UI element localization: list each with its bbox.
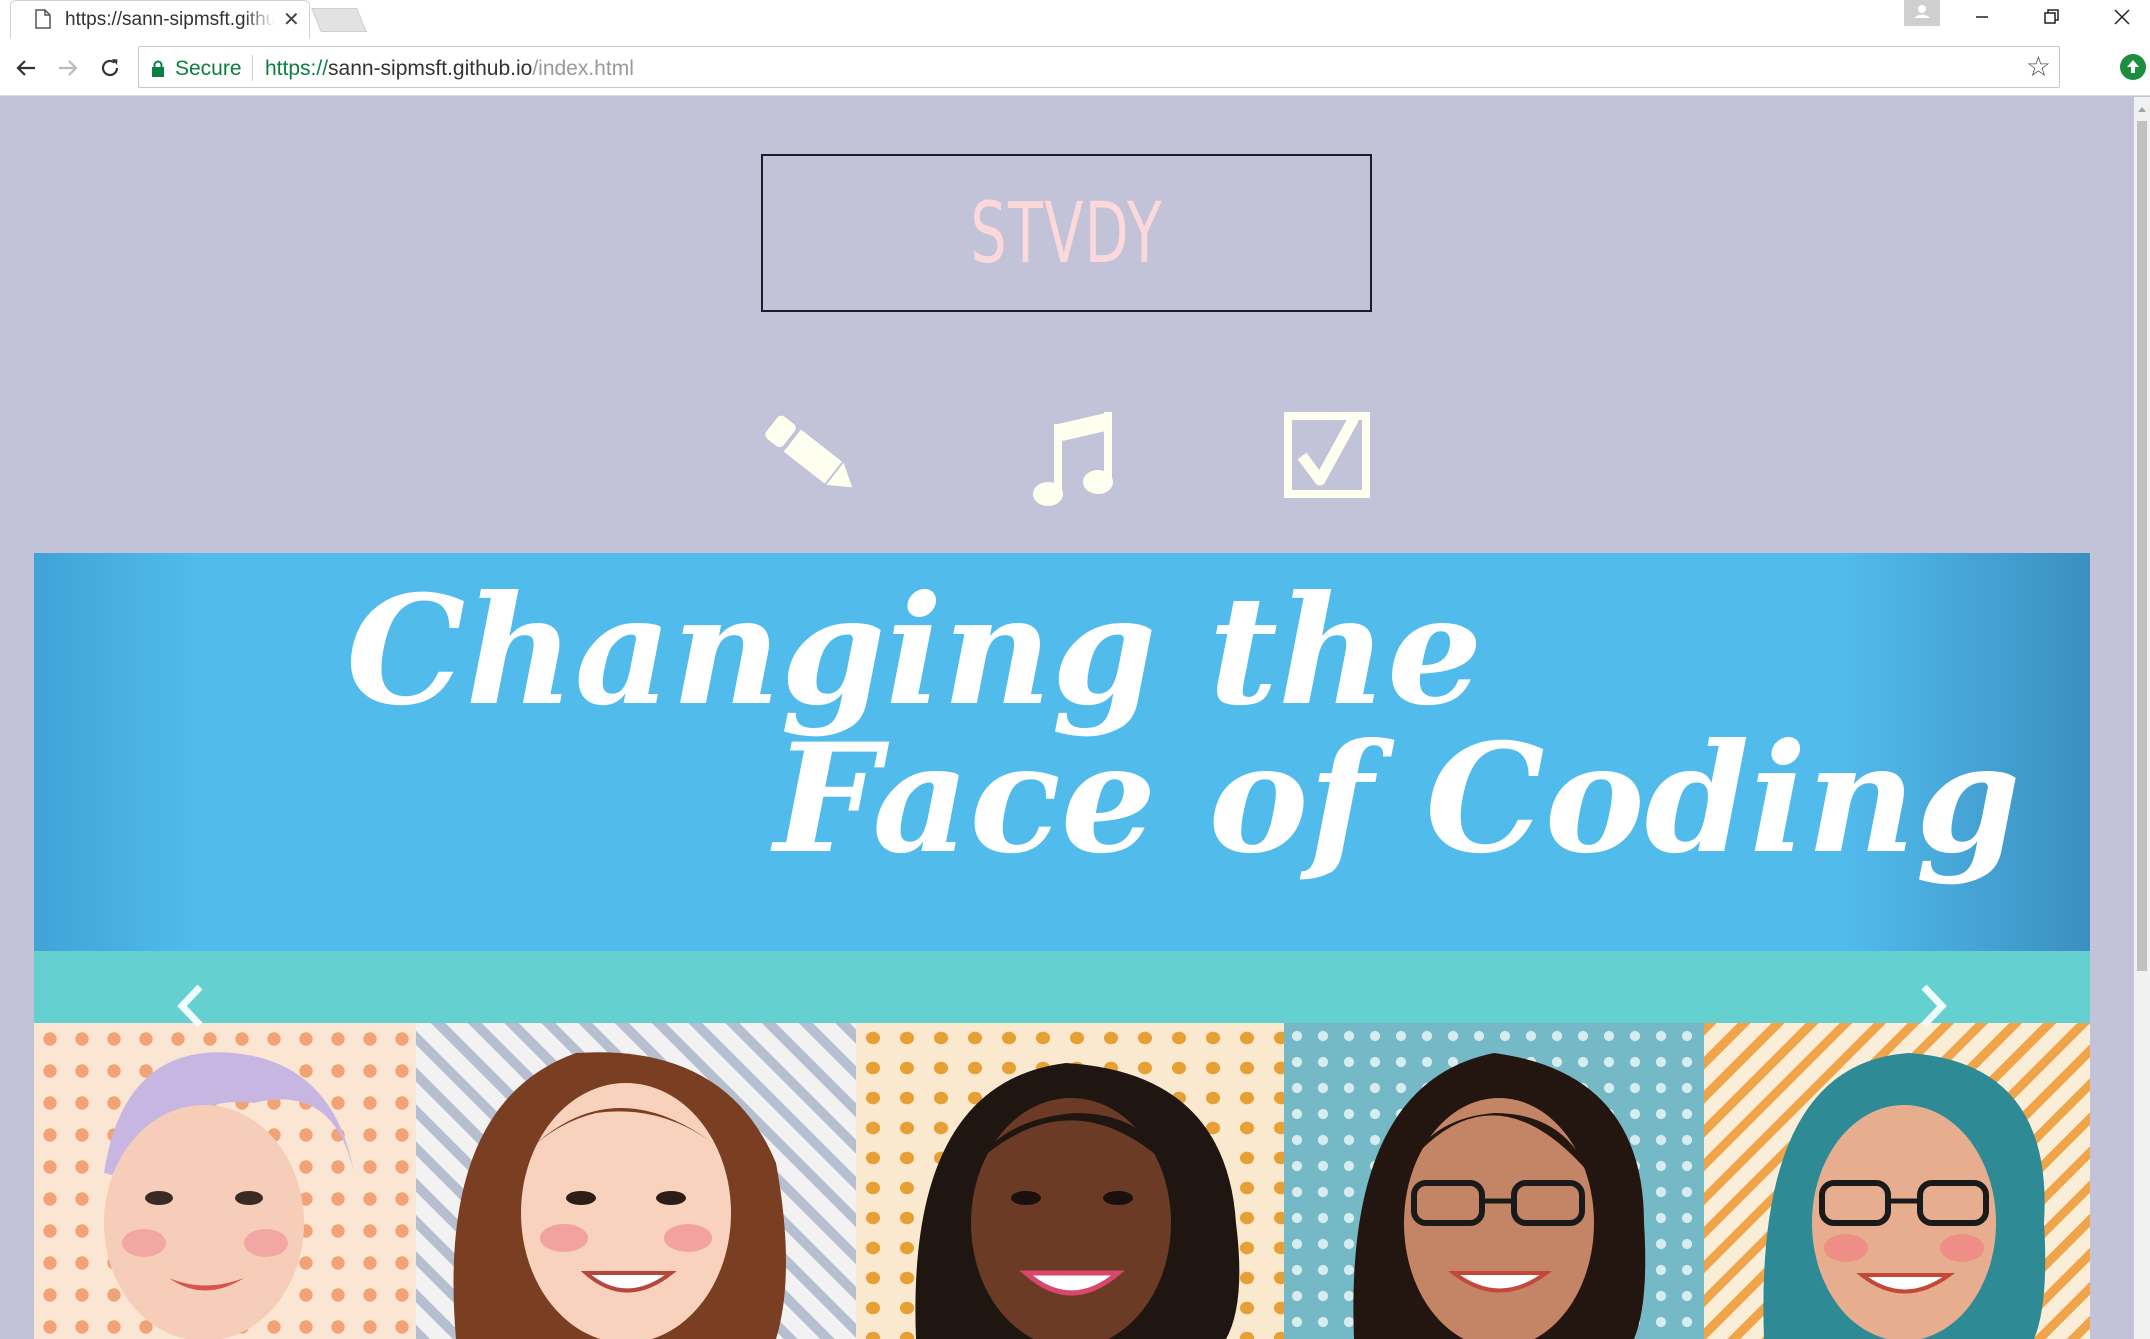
url-path: /index.html [532, 57, 634, 80]
site-logo[interactable]: STVDY [761, 154, 1372, 312]
portrait-panel-1 [34, 1023, 416, 1339]
restore-button[interactable] [2032, 2, 2072, 32]
portrait-1-illustration [104, 1052, 354, 1339]
banner-title-line2: Face of Coding [774, 711, 2021, 887]
portrait-3-illustration [915, 1063, 1240, 1339]
tab-title: https://sann-sipmsft.github.io/index.htm… [65, 9, 275, 30]
portrait-panel-5 [1704, 1023, 2090, 1339]
checkbox-icon[interactable] [1284, 410, 1372, 500]
portrait-panel-4 [1284, 1023, 1704, 1339]
scrollbar-thumb[interactable] [2137, 121, 2147, 971]
address-bar[interactable]: Secure https://sann-sipmsft.github.io/in… [138, 46, 2060, 88]
minimize-button[interactable] [1962, 2, 2002, 32]
secure-indicator[interactable]: Secure [151, 57, 242, 81]
portrait-panel-3 [856, 1023, 1284, 1339]
scroll-up-icon[interactable] [2134, 101, 2150, 117]
reload-button[interactable] [94, 52, 126, 84]
address-separator [252, 55, 253, 81]
secure-label: Secure [175, 57, 242, 80]
portrait-2-illustration [453, 1052, 786, 1339]
close-icon [2114, 9, 2130, 25]
pencil-icon[interactable] [762, 410, 864, 506]
url-scheme: https:// [265, 57, 329, 80]
bookmark-star-icon[interactable]: ☆ [2026, 53, 2051, 81]
close-tab-icon[interactable]: ✕ [283, 7, 300, 32]
portrait-panel-2 [416, 1023, 856, 1339]
browser-tab[interactable]: https://sann-sipmsft.github.io/index.htm… [10, 0, 310, 38]
vertical-scrollbar[interactable] [2134, 97, 2150, 1339]
person-icon [1914, 5, 1930, 18]
music-note-icon[interactable] [1032, 410, 1116, 510]
banner-teal-stripe [34, 951, 2090, 1023]
minimize-icon [1976, 16, 1988, 18]
carousel-next-icon[interactable] [1914, 983, 1950, 1029]
portrait-4-illustration [1353, 1053, 1646, 1339]
upload-arrow-icon [2127, 60, 2139, 73]
back-arrow-icon [16, 60, 35, 76]
reload-icon [101, 59, 119, 77]
back-button[interactable] [10, 52, 42, 84]
restore-icon [2044, 9, 2059, 24]
extension-icon[interactable] [2120, 54, 2146, 80]
logo-text: STVDY [970, 184, 1163, 282]
lock-icon [152, 60, 164, 77]
page-icon [35, 9, 51, 29]
profile-button[interactable] [1904, 0, 1940, 26]
tab-strip: https://sann-sipmsft.github.io/index.htm… [0, 0, 2150, 38]
new-tab-button[interactable] [311, 8, 367, 32]
browser-toolbar: Secure https://sann-sipmsft.github.io/in… [0, 38, 2150, 96]
url-host: sann-sipmsft.github.io [328, 57, 533, 80]
url-text[interactable]: https://sann-sipmsft.github.io/index.htm… [265, 57, 634, 81]
banner-carousel[interactable]: Changing the Face of Coding [34, 553, 2090, 1339]
forward-arrow-icon [59, 60, 78, 76]
forward-button[interactable] [52, 52, 84, 84]
portrait-5-illustration [1763, 1053, 2046, 1339]
close-window-button[interactable] [2102, 2, 2142, 32]
carousel-prev-icon[interactable] [174, 983, 210, 1029]
